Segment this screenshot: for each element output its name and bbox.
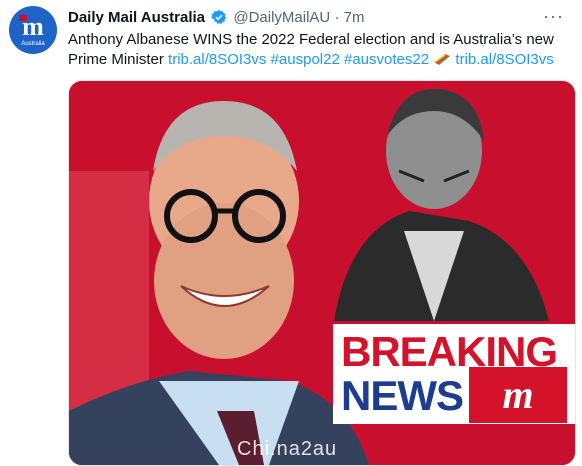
tweet-link-2[interactable]: trib.al/8SOI3vs — [455, 51, 553, 68]
hashtag-auspol22[interactable]: #auspol22 — [271, 51, 340, 68]
verified-icon — [211, 10, 227, 24]
news-label: NEWS — [341, 372, 464, 419]
daily-mail-logo: m — [469, 367, 567, 423]
daily-mail-logo-text: m — [502, 372, 534, 417]
avatar[interactable]: m Australia — [9, 6, 57, 54]
hashtag-ausvotes22[interactable]: #ausvotes22 — [344, 51, 429, 68]
account-handle[interactable]: @DailyMailAU — [233, 9, 330, 26]
avatar-logo: m — [22, 12, 44, 41]
tweet-text: Anthony Albanese WINS the 2022 Federal e… — [68, 30, 568, 70]
tweet-link[interactable]: trib.al/8SOI3vs — [168, 51, 266, 68]
separator-dot: · — [334, 9, 340, 26]
avatar-sub-label: Australia — [21, 41, 45, 47]
watermark: Chi.na2au — [237, 438, 338, 460]
tweet-header: Daily Mail Australia @DailyMailAU · 7m — [68, 8, 364, 28]
tweet-media-image[interactable]: BREAKING NEWS m Chi.na2au — [68, 80, 576, 466]
tweet-timestamp[interactable]: 7m — [344, 9, 365, 26]
more-options-icon[interactable]: ··· — [543, 6, 564, 27]
ballot-box-icon — [434, 54, 451, 65]
account-name[interactable]: Daily Mail Australia — [68, 9, 205, 26]
